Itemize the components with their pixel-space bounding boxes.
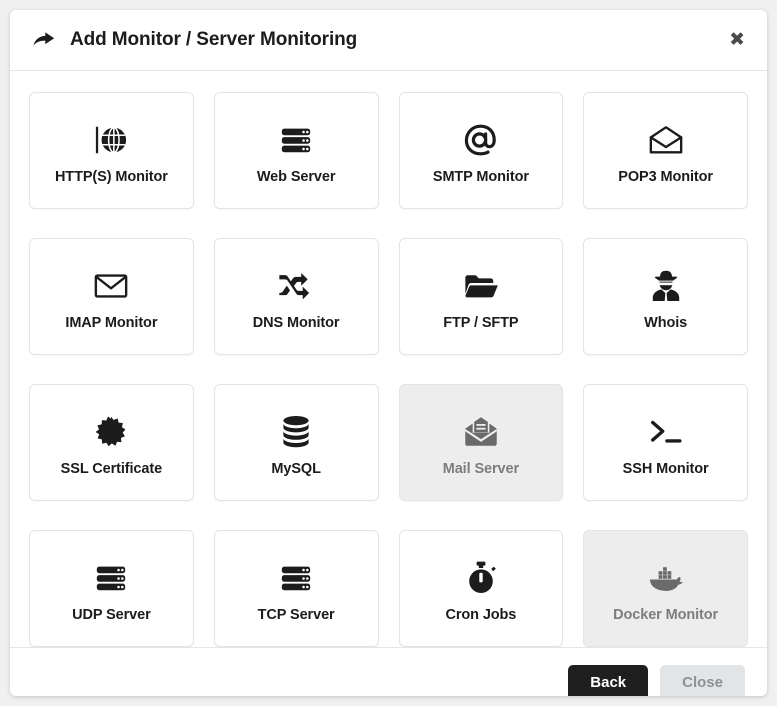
monitor-tile-label: POP3 Monitor bbox=[618, 168, 713, 185]
monitor-tile-label: SSH Monitor bbox=[622, 460, 709, 477]
monitor-tile-label: Docker Monitor bbox=[613, 606, 719, 623]
monitor-tile-label: MySQL bbox=[271, 460, 321, 477]
monitor-tile-label: SSL Certificate bbox=[60, 460, 163, 477]
monitor-tile-ftp-sftp[interactable]: FTP / SFTP bbox=[398, 238, 564, 355]
server-rack-icon bbox=[94, 555, 128, 601]
monitor-tile-tcp-server[interactable]: TCP Server bbox=[213, 530, 379, 647]
dialog-body: HTTP(S) Monitor Web Server SMTP Monitor POP… bbox=[10, 71, 767, 647]
monitor-tile-label: HTTP(S) Monitor bbox=[54, 168, 168, 185]
monitor-tile-web-server[interactable]: Web Server bbox=[213, 92, 379, 209]
monitor-tile-mysql[interactable]: MySQL bbox=[213, 384, 379, 501]
docker-whale-icon bbox=[648, 555, 684, 601]
monitor-tile-label: Cron Jobs bbox=[445, 606, 517, 623]
folder-open-icon bbox=[463, 263, 499, 309]
monitor-type-grid: HTTP(S) Monitor Web Server SMTP Monitor POP… bbox=[29, 92, 748, 647]
monitor-tile-whois[interactable]: Whois bbox=[583, 238, 748, 355]
dialog-header: Add Monitor / Server Monitoring ✖ bbox=[10, 10, 767, 71]
monitor-tile-label: Web Server bbox=[256, 168, 336, 185]
monitor-tile-label: UDP Server bbox=[72, 606, 151, 623]
page-title: Add Monitor / Server Monitoring bbox=[70, 29, 358, 50]
monitor-tile-docker-monitor: Docker Monitor bbox=[583, 530, 748, 647]
monitor-tile-smtp-monitor[interactable]: SMTP Monitor bbox=[398, 92, 564, 209]
monitor-tile-label: DNS Monitor bbox=[252, 314, 340, 331]
monitor-tile-imap-monitor[interactable]: IMAP Monitor bbox=[29, 238, 194, 355]
monitor-tile-label: TCP Server bbox=[257, 606, 335, 623]
terminal-icon bbox=[648, 409, 684, 455]
monitor-tile-http-s-monitor[interactable]: HTTP(S) Monitor bbox=[29, 92, 194, 209]
server-rack-icon bbox=[279, 555, 313, 601]
monitor-tile-ssh-monitor[interactable]: SSH Monitor bbox=[583, 384, 748, 501]
close-icon[interactable]: ✖ bbox=[729, 30, 745, 50]
server-rack-icon bbox=[279, 117, 313, 163]
user-secret-icon bbox=[649, 263, 683, 309]
share-arrow-icon bbox=[30, 26, 58, 54]
monitor-tile-mail-server: Mail Server bbox=[398, 384, 564, 501]
database-icon bbox=[281, 409, 311, 455]
stopwatch-icon bbox=[465, 555, 497, 601]
monitor-tile-label: FTP / SFTP bbox=[443, 314, 519, 331]
envelope-icon bbox=[93, 263, 129, 309]
monitor-tile-udp-server[interactable]: UDP Server bbox=[29, 530, 194, 647]
monitor-tile-dns-monitor[interactable]: DNS Monitor bbox=[213, 238, 379, 355]
monitor-tile-cron-jobs[interactable]: Cron Jobs bbox=[398, 530, 564, 647]
monitor-tile-label: Whois bbox=[644, 314, 688, 331]
monitor-tile-label: IMAP Monitor bbox=[65, 314, 158, 331]
monitor-tile-label: SMTP Monitor bbox=[432, 168, 529, 185]
close-button[interactable]: Close bbox=[660, 664, 745, 696]
shuffle-icon bbox=[279, 263, 313, 309]
monitor-tile-label: Mail Server bbox=[442, 460, 520, 477]
certificate-icon bbox=[95, 409, 127, 455]
monitor-tile-ssl-certificate[interactable]: SSL Certificate bbox=[29, 384, 194, 501]
monitor-tile-pop3-monitor[interactable]: POP3 Monitor bbox=[583, 92, 748, 209]
back-button[interactable]: Back bbox=[568, 664, 649, 696]
dialog-footer: Back Close bbox=[10, 647, 767, 696]
globe-icon bbox=[94, 117, 128, 163]
add-monitor-dialog: Add Monitor / Server Monitoring ✖ HTTP(S… bbox=[10, 10, 767, 696]
envelope-open-text-icon bbox=[463, 409, 499, 455]
envelope-open-icon bbox=[648, 117, 684, 163]
at-sign-icon bbox=[463, 117, 499, 163]
